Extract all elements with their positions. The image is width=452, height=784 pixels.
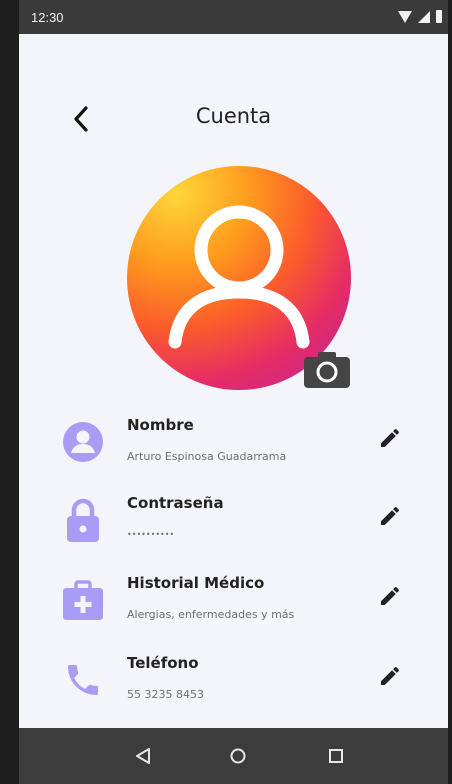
status-bar: 12:30 (19, 0, 448, 34)
triangle-back-icon (136, 748, 150, 764)
lock-icon (59, 496, 107, 544)
pencil-icon (381, 666, 399, 685)
nav-recents-button[interactable] (324, 744, 348, 768)
phone-icon (59, 656, 107, 704)
field-value: Alergias, enfermedades y más (127, 608, 295, 621)
wifi-icon (398, 10, 412, 23)
field-label: Contraseña (127, 494, 224, 512)
system-nav-bar (19, 728, 448, 784)
field-label: Teléfono (127, 654, 199, 672)
camera-icon (304, 352, 350, 388)
nav-home-button[interactable] (226, 744, 250, 768)
pencil-icon (381, 506, 399, 525)
field-value: •••••••••• (127, 530, 175, 539)
change-photo-button[interactable] (304, 351, 350, 388)
field-label: Nombre (127, 416, 194, 434)
account-screen: Cuenta Nombre Arturo Espinosa Guadarrama (19, 34, 448, 728)
signal-icon (418, 10, 430, 23)
field-value: 55 3235 8453 (127, 688, 204, 701)
status-time: 12:30 (31, 10, 64, 25)
person-circle-icon (59, 418, 107, 466)
battery-icon (436, 10, 442, 23)
field-row-name: Nombre Arturo Espinosa Guadarrama (19, 408, 448, 478)
field-label: Historial Médico (127, 574, 265, 592)
square-recents-icon (329, 749, 343, 763)
edit-medical-history-button[interactable] (376, 582, 404, 610)
medical-kit-icon (59, 576, 107, 624)
field-row-password: Contraseña •••••••••• (19, 486, 448, 556)
field-row-medical-history: Historial Médico Alergias, enfermedades … (19, 566, 448, 636)
edit-name-button[interactable] (376, 424, 404, 452)
status-icons (398, 10, 442, 23)
nav-back-button[interactable] (131, 744, 155, 768)
page-title: Cuenta (195, 104, 272, 128)
field-value: Arturo Espinosa Guadarrama (127, 450, 287, 463)
pencil-icon (381, 586, 399, 605)
pencil-icon (381, 428, 399, 447)
device-frame-right (448, 0, 452, 784)
circle-home-icon (230, 748, 246, 764)
field-row-phone: Teléfono 55 3235 8453 (19, 646, 448, 716)
device-frame-left (0, 0, 19, 784)
edit-password-button[interactable] (376, 502, 404, 530)
edit-phone-button[interactable] (376, 662, 404, 690)
